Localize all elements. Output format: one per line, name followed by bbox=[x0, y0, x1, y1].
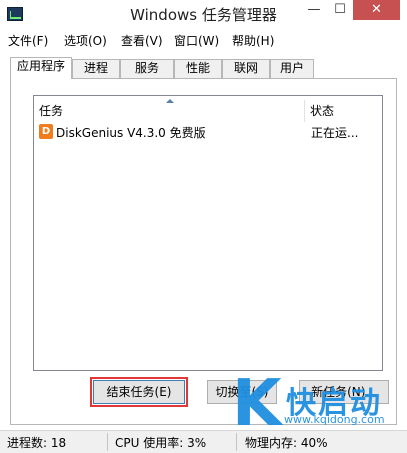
tab-applications[interactable]: 应用程序 bbox=[10, 57, 72, 79]
menu-help[interactable]: 帮助(H) bbox=[232, 32, 274, 49]
menu-file[interactable]: 文件(F) bbox=[8, 32, 48, 49]
task-manager-window: Windows 任务管理器 — ☐ ✕ 文件(F) 选项(O) 查看(V) 窗口… bbox=[0, 0, 407, 453]
watermark-url: www.kqidong.com bbox=[284, 413, 385, 426]
minimize-button[interactable]: — bbox=[301, 0, 327, 20]
close-button[interactable]: ✕ bbox=[353, 0, 400, 20]
tab-networking[interactable]: 联网 bbox=[222, 59, 270, 78]
maximize-button[interactable]: ☐ bbox=[327, 0, 353, 20]
status-process-count: 进程数: 18 bbox=[7, 436, 67, 450]
applications-panel: 任务 状态 D DiskGenius V4.3.0 免费版 正在运... 结束任… bbox=[10, 78, 397, 425]
row-task-status: 正在运... bbox=[311, 126, 359, 140]
menu-options[interactable]: 选项(O) bbox=[64, 32, 107, 49]
status-cpu-usage: CPU 使用率: 3% bbox=[115, 436, 207, 450]
status-separator bbox=[107, 433, 108, 451]
tab-processes[interactable]: 进程 bbox=[72, 59, 120, 78]
menu-view[interactable]: 查看(V) bbox=[121, 32, 163, 49]
menu-window[interactable]: 窗口(W) bbox=[174, 32, 219, 49]
end-task-button[interactable]: 结束任务(E) bbox=[93, 380, 185, 404]
tab-services[interactable]: 服务 bbox=[120, 59, 174, 78]
watermark-logo-letter: K bbox=[232, 367, 282, 441]
column-header-task[interactable]: 任务 bbox=[34, 100, 304, 122]
tab-users[interactable]: 用户 bbox=[270, 59, 314, 78]
row-task-name: DiskGenius V4.3.0 免费版 bbox=[56, 126, 206, 140]
tab-performance[interactable]: 性能 bbox=[174, 59, 222, 78]
column-header-status[interactable]: 状态 bbox=[304, 100, 382, 122]
title-bar[interactable]: Windows 任务管理器 — ☐ ✕ bbox=[0, 0, 407, 30]
menu-bar: 文件(F) 选项(O) 查看(V) 窗口(W) 帮助(H) bbox=[0, 30, 407, 50]
diskgenius-icon: D bbox=[39, 124, 53, 139]
status-bar: 进程数: 18 CPU 使用率: 3% 物理内存: 40% bbox=[0, 430, 407, 453]
table-row[interactable]: D DiskGenius V4.3.0 免费版 正在运... bbox=[34, 122, 382, 142]
task-list[interactable]: 任务 状态 D DiskGenius V4.3.0 免费版 正在运... bbox=[33, 95, 383, 371]
